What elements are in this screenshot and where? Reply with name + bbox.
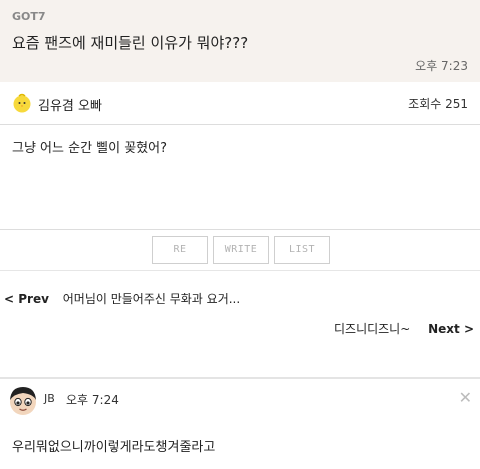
question-timestamp: 오후 7:23 <box>415 59 468 73</box>
avatar-icon[interactable] <box>6 383 40 417</box>
comment-timestamp: 오후 7:24 <box>66 393 119 407</box>
next-label: Next > <box>428 322 474 336</box>
question-group-label: GOT7 <box>12 10 46 23</box>
comment-text: 우리뭐없으니까이렇게라도챙겨줄라고 <box>12 440 216 455</box>
prev-post-link[interactable]: < Prev 어머님이 만들어주신 무화과 요거... <box>4 290 240 307</box>
divider <box>0 270 480 271</box>
prev-post-title: 어머님이 만들어주신 무화과 요거... <box>62 292 241 306</box>
reply-button[interactable]: RE <box>152 236 208 264</box>
answer-text: 그냥 어느 순간 삘이 꽂혔어? <box>12 141 167 156</box>
list-button[interactable]: LIST <box>274 236 330 264</box>
chick-icon <box>13 93 31 113</box>
comment-author[interactable]: JB <box>44 392 55 405</box>
next-post-link[interactable]: 디즈니디즈니~ Next > <box>334 320 474 337</box>
answer-author-name[interactable]: 김유겸 오빠 <box>38 95 102 114</box>
question-card: GOT7 요즘 팬즈에 재미들린 이유가 뭐야??? 오후 7:23 <box>0 0 480 83</box>
view-count: 조회수 251 <box>408 97 468 111</box>
close-icon[interactable]: ✕ <box>459 388 472 407</box>
write-button[interactable]: WRITE <box>213 236 269 264</box>
divider <box>0 229 480 230</box>
action-buttons: RE WRITE LIST <box>152 236 332 264</box>
comment-divider <box>0 377 480 379</box>
question-text: 요즘 팬즈에 재미들린 이유가 뭐야??? <box>12 34 249 52</box>
next-post-title: 디즈니디즈니~ <box>333 322 411 336</box>
answer-author-bar: 김유겸 오빠 조회수 251 <box>0 82 480 125</box>
prev-label: < Prev <box>4 292 49 306</box>
